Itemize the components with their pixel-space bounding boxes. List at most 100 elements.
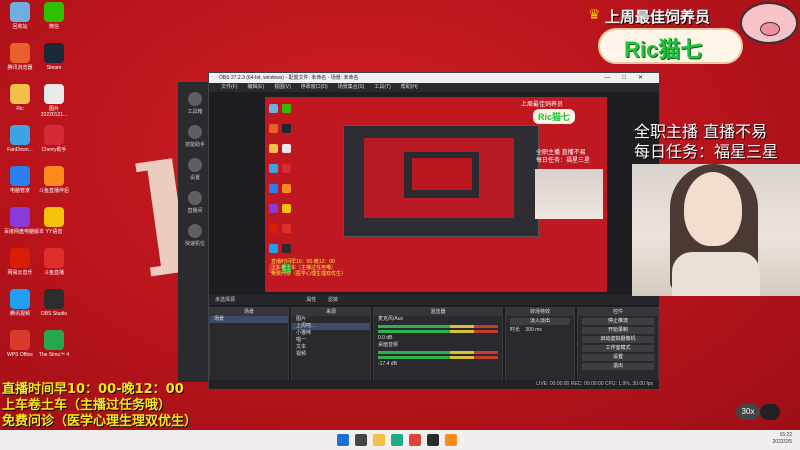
desktop-icon[interactable]: 网易云音乐 <box>4 248 36 276</box>
app-icon <box>10 166 30 186</box>
webcam-caption-line: 每日任务：福星三星 <box>634 142 779 161</box>
toggle-icon[interactable] <box>760 404 780 420</box>
window-controls[interactable]: —□✕ <box>604 73 655 83</box>
stream-info-line: 直播时间早10：00-晚12：00 <box>2 382 184 397</box>
desktop-icon[interactable]: WPS Office <box>4 330 36 358</box>
streamer-name: Ric猫七 <box>624 37 703 62</box>
search-icon[interactable] <box>355 434 367 446</box>
control-button[interactable]: 工作室模式 <box>582 345 654 352</box>
desktop-icon[interactable]: 电脑管家 <box>4 166 36 194</box>
preview-canvas[interactable]: 上周最佳饲养员 Ric猫七 全职主播 直播不易 每日任务：福星三星 直播时间早1… <box>265 97 607 292</box>
desktop-icon[interactable]: 百度网盘电脑版本 <box>4 207 44 235</box>
audio-meter <box>378 351 498 354</box>
desktop-icon[interactable]: Cherry助手 <box>38 125 70 153</box>
obs-titlebar: OBS 27.2.3 (64-bit, windows) - 配置文件: 未命名… <box>209 73 659 83</box>
desktop-icon-label: 回收站 <box>12 24 28 30</box>
obs-docks: 场景 场景 来源 图片 上周吧... 小猫咪 唱一 文本 视频 混音器 麦克风/Aux 0… <box>209 307 659 381</box>
side-panel-item[interactable]: 快速机位 <box>178 224 212 247</box>
obs-icon[interactable] <box>427 434 439 446</box>
preview-streamer-name: Ric猫七 <box>533 109 576 124</box>
desktop-icon[interactable]: 斗鱼直播 <box>38 248 70 276</box>
desktop-icon[interactable]: 回收站 <box>4 2 36 30</box>
windows-start-icon[interactable] <box>337 434 349 446</box>
scene-item[interactable]: 场景 <box>210 316 288 323</box>
app-icon <box>44 43 64 63</box>
douyu-icon[interactable] <box>445 434 457 446</box>
edge-icon[interactable] <box>391 434 403 446</box>
menu-item[interactable]: 文件(F) <box>221 84 237 90</box>
volume-slider[interactable] <box>378 356 498 359</box>
control-button[interactable]: 启动虚拟摄像机 <box>582 336 654 343</box>
source-item[interactable]: 文本 <box>292 344 370 351</box>
app-icon <box>10 330 30 350</box>
webcam-caption-line: 全职主播 直播不易 <box>634 122 768 141</box>
panel-icon <box>188 92 202 106</box>
transitions-dock: 转场特效 淡入淡出 时长 300 ms <box>505 307 575 381</box>
side-panel-label: 工具箱 <box>187 109 203 115</box>
app-icon <box>44 166 64 186</box>
scenes-dock: 场景 场景 <box>209 307 289 381</box>
desktop-icon[interactable]: Steam <box>38 43 70 71</box>
control-button[interactable]: 退出 <box>582 363 654 370</box>
desktop-icon-label: 微信 <box>48 24 59 30</box>
desktop-icon[interactable]: 腾讯视频 <box>4 289 36 317</box>
volume-slider[interactable] <box>378 330 498 333</box>
file-explorer-icon[interactable] <box>373 434 385 446</box>
desktop-icon[interactable]: FanDown... <box>4 125 36 153</box>
control-button[interactable]: 停止推流 <box>582 318 654 325</box>
app-icon <box>10 289 30 309</box>
webcam-feed <box>632 164 800 296</box>
control-button[interactable]: 设置 <box>582 354 654 361</box>
source-item[interactable]: 图片 <box>292 316 370 323</box>
desktop-icon[interactable]: OBS Studio <box>38 289 70 317</box>
desktop-icon[interactable]: The Sims™ 4 <box>38 330 70 358</box>
desktop-icon-label: OBS Studio <box>40 311 68 317</box>
source-item[interactable]: 唱一 <box>292 337 370 344</box>
desktop-icon-label: 腾讯浏览器 <box>7 65 33 71</box>
app-icon <box>44 84 64 104</box>
side-panel-label: 技能助手 <box>184 142 205 148</box>
filters-button[interactable]: 滤镜 <box>328 297 338 303</box>
obs-statusbar: LIVE: 00:00:00 REC: 00:00:00 CPU: 1.9%, … <box>209 380 659 389</box>
menu-item[interactable]: 场景集合(S) <box>338 84 365 90</box>
sources-list: 图片 上周吧... 小猫咪 唱一 文本 视频 <box>292 316 370 358</box>
source-item[interactable]: 上周吧... <box>292 323 370 330</box>
source-item[interactable]: 视频 <box>292 351 370 358</box>
duration-field[interactable]: 时长 300 ms <box>506 327 574 334</box>
desktop-icon[interactable]: 腾讯浏览器 <box>4 43 36 71</box>
desktop-icon-label: 斗鱼直播伴侣 <box>38 188 69 194</box>
menu-item[interactable]: 工具(T) <box>374 84 390 90</box>
desktop-icon[interactable]: YY语音 <box>38 207 70 235</box>
system-clock[interactable]: 15:22 2022/2/5 <box>773 432 792 446</box>
preview-webcam <box>535 169 603 219</box>
chrome-icon[interactable] <box>409 434 421 446</box>
app-icon <box>44 125 64 145</box>
side-panel-item[interactable]: 技能助手 <box>178 125 212 148</box>
control-button[interactable]: 开始录制 <box>582 327 654 334</box>
menu-item[interactable]: 视图(V) <box>274 84 291 90</box>
source-item[interactable]: 小猫咪 <box>292 330 370 337</box>
taskbar: 15:22 2022/2/5 <box>0 430 800 450</box>
mixer-track-db: -17.4 dB <box>378 361 397 367</box>
window-title: OBS 27.2.3 (64-bit, windows) - 配置文件: 未命名… <box>219 75 359 81</box>
side-panel-label: 直播间 <box>187 208 203 214</box>
panel-icon <box>188 191 202 205</box>
desktop-icon-label: 图片 20220121... <box>40 106 68 118</box>
transition-select[interactable]: 淡入淡出 <box>510 318 570 325</box>
desktop-icon[interactable]: Ric <box>4 84 36 112</box>
app-icon <box>44 289 64 309</box>
speed-badge[interactable]: 30x <box>736 404 760 420</box>
properties-button[interactable]: 属性 <box>306 297 316 303</box>
pig-icon <box>740 2 798 44</box>
controls-title: 控件 <box>578 308 658 316</box>
desktop-icon[interactable]: 斗鱼直播伴侣 <box>38 166 70 194</box>
menu-item[interactable]: 停靠窗口(D) <box>301 84 328 90</box>
desktop-icon[interactable]: 图片 20220121... <box>38 84 70 118</box>
side-panel-item[interactable]: 设置 <box>178 158 212 181</box>
desktop-icon[interactable]: 微信 <box>38 2 70 30</box>
menu-item[interactable]: 帮助(H) <box>401 84 418 90</box>
side-panel-item[interactable]: 工具箱 <box>178 92 212 115</box>
menu-item[interactable]: 编辑(E) <box>247 84 264 90</box>
obs-side-panel: 工具箱技能助手设置直播间快速机位 <box>178 82 212 382</box>
side-panel-item[interactable]: 直播间 <box>178 191 212 214</box>
